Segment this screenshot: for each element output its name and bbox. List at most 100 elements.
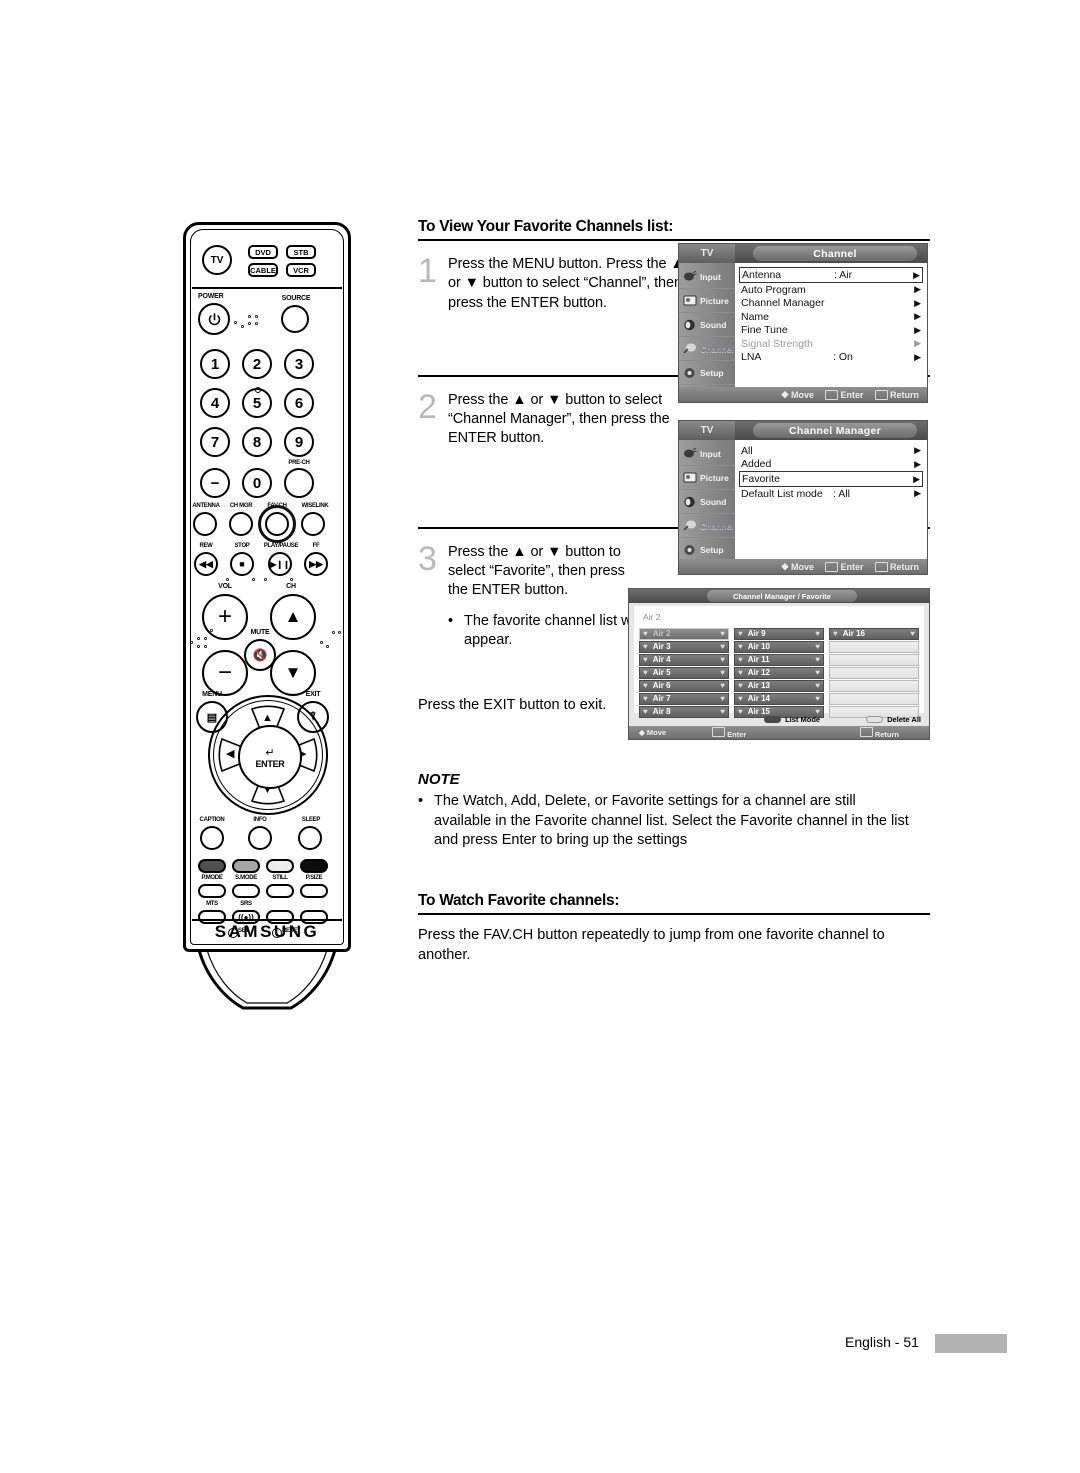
- osd1-row-antenna[interactable]: Antenna : Air ▶: [739, 267, 923, 283]
- sidebar-item-channel[interactable]: Channel: [679, 514, 735, 538]
- osd1-row-lna[interactable]: LNA : On ▶: [741, 351, 921, 365]
- remote-key-2[interactable]: 2: [242, 349, 272, 379]
- grid-cell[interactable]: ♥ Air 3 ♥: [639, 641, 729, 653]
- osd1-row-signal-strength[interactable]: Signal Strength ▶: [741, 337, 921, 351]
- remote-key-4[interactable]: 4: [200, 388, 230, 418]
- remote-button-ch-mgr[interactable]: [229, 512, 253, 536]
- remote-button-p-size[interactable]: [300, 884, 328, 898]
- remote-key-3[interactable]: 3: [284, 349, 314, 379]
- grid-cell-empty: [829, 680, 919, 692]
- heading-watch-favorites: To Watch Favorite channels:: [418, 892, 930, 916]
- remote-key-7[interactable]: 7: [200, 427, 230, 457]
- grid-cell[interactable]: ♥ Air 4 ♥: [639, 654, 729, 666]
- remote-key-0[interactable]: 0: [242, 468, 272, 498]
- sidebar-item-setup[interactable]: Setup: [679, 361, 735, 385]
- source-label: SOURCE: [281, 295, 311, 302]
- remote-button-volume-down[interactable]: −: [202, 650, 248, 696]
- osd2-row-default-list-mode[interactable]: Default List mode : All ▶: [741, 487, 921, 501]
- remote-button-sleep[interactable]: [298, 826, 322, 850]
- remote-key-8[interactable]: 8: [242, 427, 272, 457]
- grid-cell[interactable]: ♥ Air 9 ♥: [734, 628, 824, 640]
- remote-button-prech[interactable]: [284, 468, 314, 498]
- grid-cell[interactable]: ♥ Air 11 ♥: [734, 654, 824, 666]
- heart-icon: ♥: [815, 642, 820, 652]
- grid-action-delete-all[interactable]: Delete All: [866, 715, 921, 724]
- osd1-row-channel-manager[interactable]: Channel Manager ▶: [741, 297, 921, 311]
- grid-cell[interactable]: ♥ Air 10 ♥: [734, 641, 824, 653]
- grid-cell[interactable]: ♥ Air 14 ♥: [734, 693, 824, 705]
- remote-key-dash[interactable]: −: [200, 468, 230, 498]
- remote-button-vcr[interactable]: VCR: [286, 263, 316, 277]
- sidebar-item-picture[interactable]: Picture: [679, 466, 735, 490]
- osd1-row-name[interactable]: Name ▶: [741, 310, 921, 324]
- remote-color-button-1[interactable]: [198, 859, 226, 873]
- remote-button-wiselink[interactable]: [301, 512, 325, 536]
- watch-favorites-body: Press the FAV.CH button repeatedly to ju…: [418, 927, 885, 963]
- remote-button-channel-down[interactable]: ▼: [270, 650, 316, 696]
- remote-button-channel-up[interactable]: ▲: [270, 594, 316, 640]
- wiselink-label: WISELINK: [301, 503, 329, 509]
- favorite-list-bullet-text: The favorite channel list will appear.: [464, 612, 642, 648]
- remote-key-6[interactable]: 6: [284, 388, 314, 418]
- stop-icon: ■: [239, 559, 245, 569]
- remote-color-button-4[interactable]: [300, 859, 328, 873]
- grid-action-list-mode[interactable]: List Mode: [764, 715, 820, 724]
- samsung-logo: SAMSUNG: [214, 922, 320, 941]
- remote-button-caption[interactable]: [200, 826, 224, 850]
- remote-button-info[interactable]: [248, 826, 272, 850]
- grid-cell-label: Air 12: [747, 668, 770, 678]
- osd2-row-default-list-mode-value: : All: [833, 487, 850, 500]
- osd2-main: All ▶ Added ▶ Favorite ▶ Default List mo…: [735, 440, 927, 574]
- osd2-row-all[interactable]: All ▶: [741, 444, 921, 458]
- sidebar-item-input[interactable]: Input: [679, 265, 735, 289]
- osd1-row-name-name: Name: [741, 310, 770, 323]
- heart-icon: ♥: [720, 681, 725, 691]
- grid-column-1: ♥ Air 2 ♥ ♥ Air 3 ♥ ♥ Air 4 ♥ ♥ Air 5 ♥ ♥ Air 6 ♥ ♥ Air …: [639, 628, 729, 718]
- osd2-row-favorite[interactable]: Favorite ▶: [739, 471, 923, 487]
- remote-button-stb[interactable]: STB: [286, 245, 316, 259]
- grid-cell[interactable]: ♥ Air 13 ♥: [734, 680, 824, 692]
- remote-button-rew[interactable]: ◀◀: [194, 552, 218, 576]
- remote-button-s-mode[interactable]: [232, 884, 260, 898]
- sidebar-label-input: Input: [700, 448, 721, 459]
- remote-button-still[interactable]: [266, 884, 294, 898]
- osd2-row-added[interactable]: Added ▶: [741, 458, 921, 472]
- remote-color-button-2[interactable]: [232, 859, 260, 873]
- remote-button-antenna[interactable]: [193, 512, 217, 536]
- dpad-up-arrow-icon[interactable]: ▲: [262, 713, 273, 724]
- step-3-text: Press the ▲ or ▼ button to select “Favor…: [448, 543, 625, 599]
- remote-key-9[interactable]: 9: [284, 427, 314, 457]
- osd1-row-fine-tune[interactable]: Fine Tune ▶: [741, 324, 921, 338]
- remote-button-source[interactable]: [281, 305, 309, 333]
- sidebar-item-sound[interactable]: Sound: [679, 490, 735, 514]
- dpad-left-arrow-icon[interactable]: ◀: [226, 749, 234, 760]
- sidebar-item-picture[interactable]: Picture: [679, 289, 735, 313]
- remote-button-play-pause[interactable]: ▶❙❙: [268, 552, 292, 576]
- remote-color-button-3[interactable]: [266, 859, 294, 873]
- sidebar-item-sound[interactable]: Sound: [679, 313, 735, 337]
- grid-cell[interactable]: ♥ Air 12 ♥: [734, 667, 824, 679]
- grid-cell[interactable]: ♥ Air 2 ♥: [639, 628, 729, 640]
- sidebar-item-channel[interactable]: Channel: [679, 337, 735, 361]
- grid-cell[interactable]: ♥ Air 7 ♥: [639, 693, 729, 705]
- remote-button-p-mode[interactable]: [198, 884, 226, 898]
- grid-hint-enter: Enter: [712, 726, 746, 739]
- remote-button-cable[interactable]: CABLE: [248, 263, 278, 277]
- remote-button-ff[interactable]: ▶▶: [304, 552, 328, 576]
- remote-button-tv[interactable]: TV: [202, 245, 232, 275]
- sidebar-item-input[interactable]: Input: [679, 442, 735, 466]
- grid-cell-label: Air 14: [747, 694, 770, 704]
- stop-label: STOP: [234, 543, 250, 549]
- osd2-row-added-name: Added: [741, 458, 772, 471]
- remote-key-1[interactable]: 1: [200, 349, 230, 379]
- remote-button-enter[interactable]: ↵ ENTER: [238, 725, 302, 789]
- remote-button-power[interactable]: [198, 303, 230, 335]
- remote-button-dvd[interactable]: DVD: [248, 245, 278, 259]
- grid-cell[interactable]: ♥ Air 5 ♥: [639, 667, 729, 679]
- chevron-right-icon: ▶: [914, 297, 921, 308]
- grid-cell[interactable]: ♥ Air 16 ♥: [829, 628, 919, 640]
- grid-cell[interactable]: ♥ Air 6 ♥: [639, 680, 729, 692]
- remote-button-stop[interactable]: ■: [230, 552, 254, 576]
- osd1-row-auto-program[interactable]: Auto Program ▶: [741, 283, 921, 297]
- fast-forward-icon: ▶▶: [309, 558, 323, 569]
